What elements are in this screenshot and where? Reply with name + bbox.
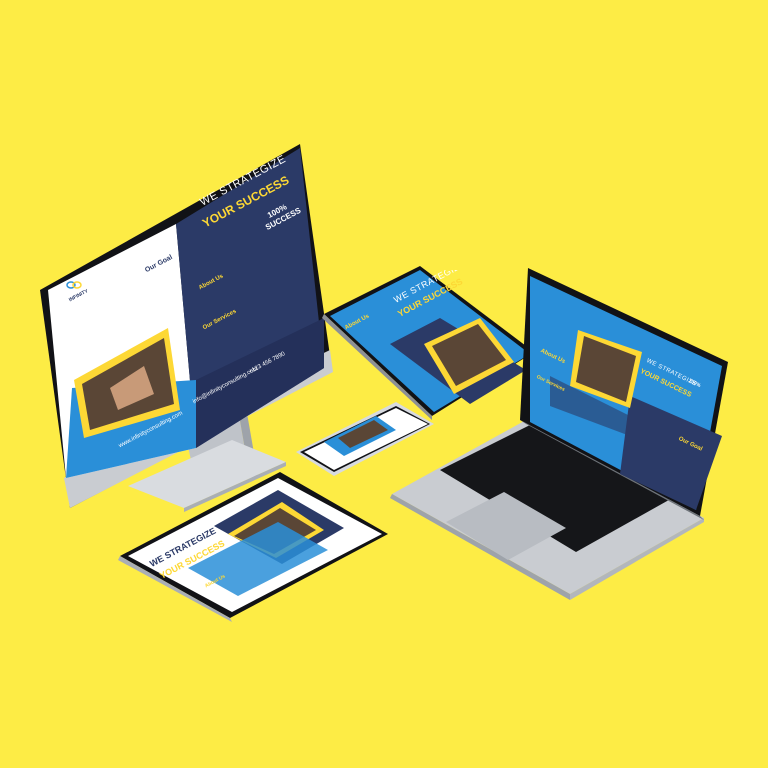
mockup-scene: WE STRATEGIZE YOUR SUCCESS 100% SUCCESS …: [0, 0, 768, 768]
tablet-flat-body: [118, 472, 388, 622]
tablet-flat-screen: WE STRATEGIZE YOUR SUCCESS About Us: [128, 478, 382, 612]
